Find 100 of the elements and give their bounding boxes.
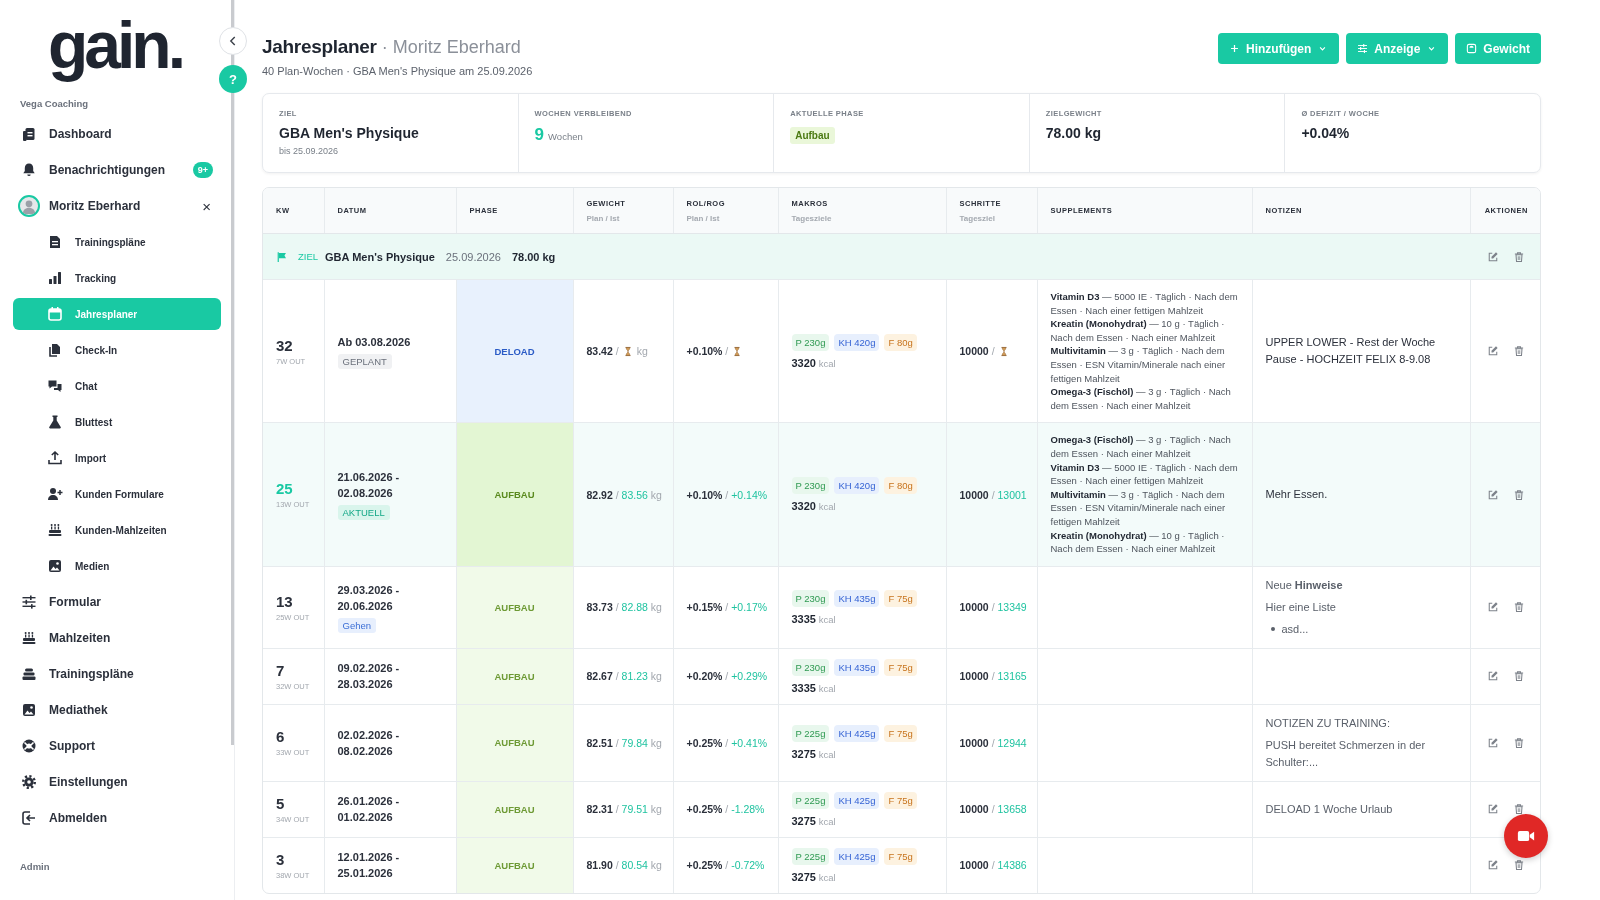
macro-tag: P 225g: [791, 791, 830, 809]
sidebar-item[interactable]: Einstellungen: [13, 766, 221, 798]
macro-tag: KH 420g: [834, 477, 880, 494]
status-tag: Gehen: [337, 617, 377, 633]
goal-label: ZIEL: [298, 251, 319, 262]
rate-plan: +0.10% /: [686, 345, 729, 358]
note-text: Neue Hinweise: [1265, 577, 1344, 593]
macro-tag: P 230g: [791, 477, 830, 494]
calories: 3275 kcal: [791, 748, 837, 761]
note-text: NOTIZEN ZU TRAINING:: [1265, 715, 1391, 731]
sidebar-subitem[interactable]: Kunden Formulare: [13, 478, 221, 510]
weight-reading: 82.51 / 79.84 kg: [586, 736, 662, 749]
calories: 3320 kcal: [791, 500, 837, 512]
supplement-entry: Multivitamin — 3 g · Täglich · Nach dem Essen · ESN Vitamin/Minerale nach einer fettigen Mahlzeit: [1050, 344, 1227, 386]
phase-badge: Aufbau: [790, 127, 835, 144]
calories: 3275 kcal: [791, 870, 837, 883]
sidebar-subitem[interactable]: Trainingspläne: [13, 226, 221, 258]
sidebar-subitem[interactable]: Import: [13, 442, 221, 474]
sidebar-item[interactable]: Moritz Eberhard ×: [13, 190, 221, 222]
phase-cell: AUFBAU: [456, 648, 573, 705]
rate-reading: +0.10% / +0.14%: [686, 488, 768, 501]
macro-tag: P 230g: [791, 333, 830, 351]
close-button[interactable]: ×: [200, 197, 213, 215]
weight-reading: 82.31 / 79.51 kg: [586, 803, 662, 816]
sidebar-subitem[interactable]: Kunden-Mahlzeiten: [13, 514, 221, 546]
macro-tag: KH 425g: [834, 791, 880, 809]
phase-cell: AUFBAU: [456, 781, 573, 838]
sidebar-item[interactable]: Abmelden: [13, 802, 221, 834]
macro-tag: KH 435g: [834, 658, 880, 676]
date-range: Ab 03.08.2026: [337, 334, 412, 350]
sidebar-item[interactable]: Dashboard: [13, 118, 221, 150]
section-label: Admin: [19, 860, 51, 874]
week-number: 5: [276, 794, 286, 812]
macro-tag: F 80g: [884, 333, 917, 351]
macro-tag: F 75g: [884, 791, 917, 809]
week-number: 13: [276, 592, 294, 610]
weight-unit: kg: [636, 345, 648, 358]
macro-tag: F 75g: [884, 589, 917, 607]
calories: 3320 kcal: [791, 356, 837, 369]
steps-reading: 10000 / 13165: [959, 670, 1027, 683]
sidebar-item[interactable]: Mahlzeiten: [13, 622, 221, 654]
supplement-entry: Kreatin (Monohydrat) — 10 g · Täglich · Nach dem Essen · Nach einer Mahlzeit: [1050, 317, 1226, 345]
sidebar-item[interactable]: Benachrichtigungen 9+: [13, 154, 221, 186]
macro-tag: F 80g: [884, 477, 917, 494]
steps-reading: 10000 / 14386: [959, 859, 1027, 872]
section-label: Vega Coaching: [19, 97, 90, 111]
sidebar-subitem[interactable]: Bluttest: [13, 406, 221, 438]
macro-tag: KH 435g: [834, 589, 880, 607]
sidebar-subitem[interactable]: Check-In: [13, 334, 221, 366]
macro-tag: P 230g: [791, 589, 830, 607]
steps-plan: 10000 /: [959, 345, 995, 358]
weight-reading: 82.92 / 83.56 kg: [586, 488, 662, 501]
supplement-entry: Omega-3 (Fischöl) — 3 g · Täglich · Nach dem Essen · Nach einer Mahlzeit: [1050, 385, 1232, 413]
rate-reading: +0.25% / -0.72%: [686, 859, 765, 872]
sidebar-item[interactable]: Trainingspläne: [13, 658, 221, 690]
phase-cell: AUFBAU: [456, 837, 573, 893]
phase-cell: AUFBAU: [456, 704, 573, 782]
sidebar-subitem[interactable]: Chat: [13, 370, 221, 402]
notification-badge: 9+: [192, 162, 213, 178]
macro-tag: F 75g: [884, 658, 917, 676]
note-text: PUSH bereitet Schmerzen in der Schulter:...: [1265, 737, 1427, 770]
stat-unit: Wochen: [548, 131, 583, 142]
phase-cell: DELOAD: [456, 279, 573, 423]
steps-reading: 10000 / 13658: [959, 803, 1027, 816]
calories: 3335 kcal: [791, 681, 837, 694]
steps-reading: 10000 / 12944: [959, 736, 1027, 749]
date-range: 02.02.2026 - 08.02.2026: [337, 727, 401, 759]
macro-tag: F 75g: [884, 725, 917, 743]
date-range: 29.03.2026 - 20.06.2026: [337, 582, 401, 614]
sidebar-subitem[interactable]: Medien: [13, 550, 221, 582]
sidebar-item[interactable]: Mediathek: [13, 694, 221, 726]
column-subheader: Plan / Ist: [586, 213, 621, 223]
macro-tag: F 75g: [884, 847, 917, 865]
week-number: 7: [276, 661, 286, 679]
stat-subtext: bis 25.09.2026: [279, 146, 340, 156]
goal-date: 25.09.2026: [445, 250, 501, 263]
column-subheader: Tagesziele: [791, 213, 833, 223]
stat-value: 9: [534, 125, 545, 145]
macro-tag: P 230g: [791, 658, 830, 676]
date-range: 12.01.2026 - 25.01.2026: [337, 850, 401, 882]
phase-cell: AUFBAU: [456, 422, 573, 567]
date-range: 09.02.2026 - 28.03.2026: [337, 661, 401, 693]
supplement-entry: Omega-3 (Fischöl) — 3 g · Täglich · Nach dem Essen · Nach einer Mahlzeit: [1050, 433, 1232, 461]
weight-reading: 81.90 / 80.54 kg: [586, 859, 662, 872]
rate-reading: +0.20% / +0.29%: [686, 670, 768, 683]
stat-value: 78.00 kg: [1045, 125, 1103, 141]
calories: 3335 kcal: [791, 612, 837, 625]
macro-tag: KH 425g: [834, 847, 880, 865]
weight-reading: 82.67 / 81.23 kg: [586, 670, 662, 683]
date-range: 21.06.2026 - 02.08.2026: [337, 470, 401, 501]
sidebar-item[interactable]: Formular: [13, 586, 221, 618]
sidebar-item[interactable]: Support: [13, 730, 221, 762]
supplement-entry: Kreatin (Monohydrat) — 10 g · Täglich · Nach dem Essen · Nach einer Mahlzeit: [1050, 528, 1226, 556]
status-tag: AKTUELL: [337, 505, 390, 520]
sidebar-subitem[interactable]: Tracking: [13, 262, 221, 294]
week-number: 3: [276, 850, 286, 868]
date-range: 26.01.2026 - 01.02.2026: [337, 794, 401, 826]
calories: 3275 kcal: [791, 814, 837, 827]
weight-reading: 83.73 / 82.88 kg: [586, 601, 662, 614]
week-number: 6: [276, 728, 286, 746]
